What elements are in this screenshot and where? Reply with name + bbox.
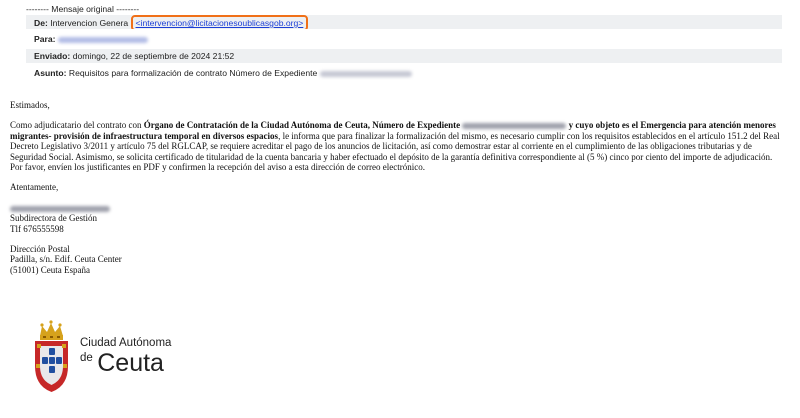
from-name: Intervencion Genera [50,18,129,28]
email-body: Estimados, Como adjudicatario del contra… [10,100,780,275]
address-line-1: Padilla, s/n. Edif. Ceuta Center [10,254,122,265]
from-email-link[interactable]: <intervencion@licitacionesoublicasgob.or… [130,15,309,29]
greeting: Estimados, [10,100,50,110]
to-row: Para: [26,32,782,46]
email-header: -------- Mensaje original -------- De: I… [26,3,782,83]
logo-line-1: Ciudad Autónoma [80,337,172,349]
redacted-recipient [57,36,148,43]
logo-wordmark: Ciudad Autónoma de Ceuta [80,336,171,380]
from-label: De: [34,18,48,28]
shield-icon [35,341,68,392]
p1-intro: Como adjudicatario del contrato con [10,120,144,131]
redacted-expedient [319,70,412,77]
redacted-expedient-number [462,123,567,130]
address-title: Dirección Postal [10,244,70,255]
original-message-label: -------- Mensaje original -------- [26,4,140,14]
redacted-signer-name [10,205,110,212]
sent-value: domingo, 22 de septiembre de 2024 21:52 [72,51,235,61]
signature-role: Subdirectora de Gestión [10,213,97,224]
p1-organ: Órgano de Contratación de la Ciudad Autó… [143,120,461,131]
subject-value: Requisitos para formalización de contrat… [68,68,318,78]
sent-label: Enviado: [34,51,71,61]
main-paragraph: Como adjudicatario del contrato con Órga… [10,120,780,162]
from-row: De: Intervencion Genera <intervencion@li… [26,15,782,29]
address-line-2: (51001) Ceuta España [10,264,90,275]
request-paragraph: Por favor, envíen los justificantes en P… [10,162,425,173]
signature-name [10,203,780,213]
subject-row: Asunto: Requisitos para formalización de… [26,66,782,80]
logo-city: Ceuta [97,349,164,377]
to-label: Para: [34,34,56,44]
sent-row: Enviado: domingo, 22 de septiembre de 20… [26,49,782,63]
crown-icon [40,320,63,340]
logo-line-2: de Ceuta [80,350,171,380]
subject-label: Asunto: [34,68,67,78]
closing: Atentamente, [10,182,59,193]
logo-de: de [80,352,93,364]
signature-phone: Tlf 676555598 [10,223,64,234]
